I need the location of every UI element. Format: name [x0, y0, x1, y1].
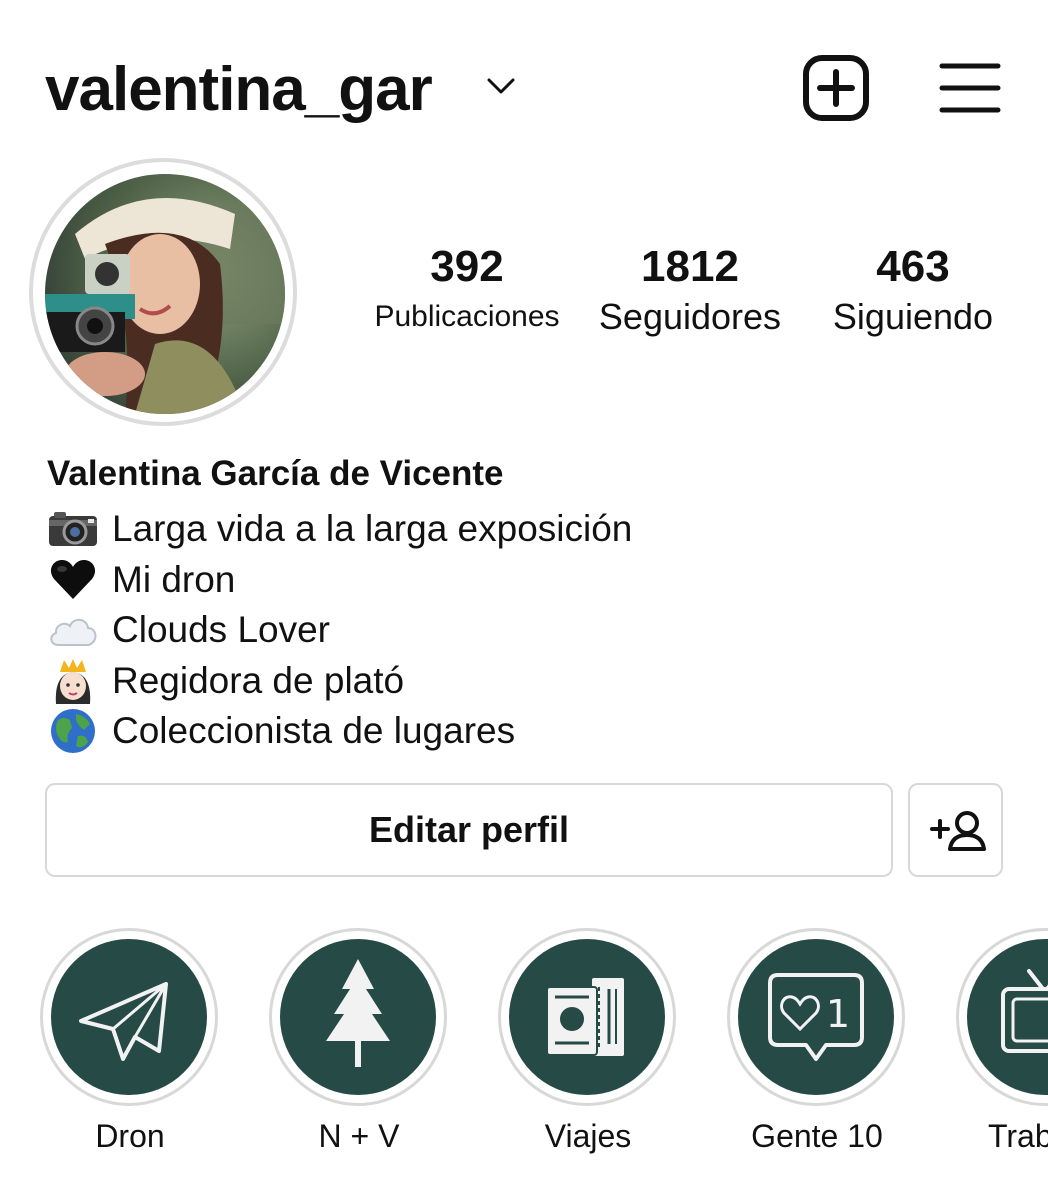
notification-count: 1 — [826, 992, 850, 1036]
bio-text: Coleccionista de lugares — [112, 710, 516, 752]
stat-count: 1812 — [641, 242, 739, 291]
highlight-n-v[interactable]: N + V — [269, 928, 449, 1178]
highlight-label: Dron — [95, 1118, 165, 1154]
highlight-label: N + V — [318, 1118, 400, 1154]
bio-text: Mi dron — [112, 558, 236, 600]
highlight-label: Trab — [988, 1118, 1048, 1154]
bio-text: Larga vida a la larga exposición — [112, 508, 633, 550]
profile-full-name: Valentina García de Vicente — [47, 454, 504, 493]
highlight-dron[interactable]: Dron — [40, 928, 220, 1178]
highlight-label: Viajes — [544, 1118, 632, 1154]
bio-text: Regidora de plató — [112, 659, 405, 701]
stat-label: Siguiendo — [832, 296, 994, 337]
stat-label: Seguidores — [598, 296, 782, 337]
passport-ticket-icon — [546, 976, 626, 1058]
top-bar: valentina_gar — [0, 0, 1048, 160]
stat-count: 392 — [430, 242, 504, 291]
bio: Larga vida a la larga exposición Mi dron… — [47, 504, 947, 757]
bio-line: Larga vida a la larga exposición — [47, 504, 947, 555]
stat-seguidores[interactable]: 1812 Seguidores — [585, 240, 795, 340]
princess-icon — [47, 658, 99, 704]
plus-square-icon[interactable] — [800, 52, 872, 124]
black-heart-icon — [47, 557, 99, 603]
highlight-cover — [51, 939, 207, 1095]
stat-count: 463 — [876, 242, 950, 291]
username-switcher[interactable]: valentina_gar — [45, 52, 433, 128]
hamburger-menu-icon[interactable] — [938, 60, 1002, 116]
highlight-label: Gente 10 — [751, 1118, 883, 1154]
stat-publicaciones[interactable]: 392 Publicaciones — [362, 240, 572, 340]
stat-siguiendo[interactable]: 463 Siguiendo — [808, 240, 1018, 340]
like-notification-icon: 1 — [768, 973, 864, 1061]
pine-tree-icon — [326, 959, 390, 1067]
stat-label: Publicaciones — [374, 300, 560, 333]
bio-line: Coleccionista de lugares — [47, 706, 947, 757]
highlight-gente-10[interactable]: 1 Gente 10 — [727, 928, 907, 1178]
chevron-down-icon[interactable] — [485, 74, 517, 98]
add-user-button[interactable] — [908, 783, 1003, 877]
bio-line: Clouds Lover — [47, 605, 947, 656]
add-user-icon — [930, 811, 986, 851]
bio-line: Mi dron — [47, 555, 947, 606]
highlight-cover — [280, 939, 436, 1095]
bio-line: Regidora de plató — [47, 656, 947, 707]
cloud-icon — [47, 607, 99, 653]
avatar[interactable] — [45, 174, 285, 414]
globe-icon — [47, 708, 99, 754]
bio-text: Clouds Lover — [112, 609, 331, 651]
highlight-trab[interactable]: Trab — [956, 928, 1048, 1178]
highlight-cover — [509, 939, 665, 1095]
paper-plane-icon — [79, 982, 168, 1061]
edit-profile-button[interactable]: Editar perfil — [45, 783, 893, 877]
camera-icon — [47, 506, 99, 552]
highlight-cover: 1 — [738, 939, 894, 1095]
highlight-viajes[interactable]: Viajes — [498, 928, 678, 1178]
